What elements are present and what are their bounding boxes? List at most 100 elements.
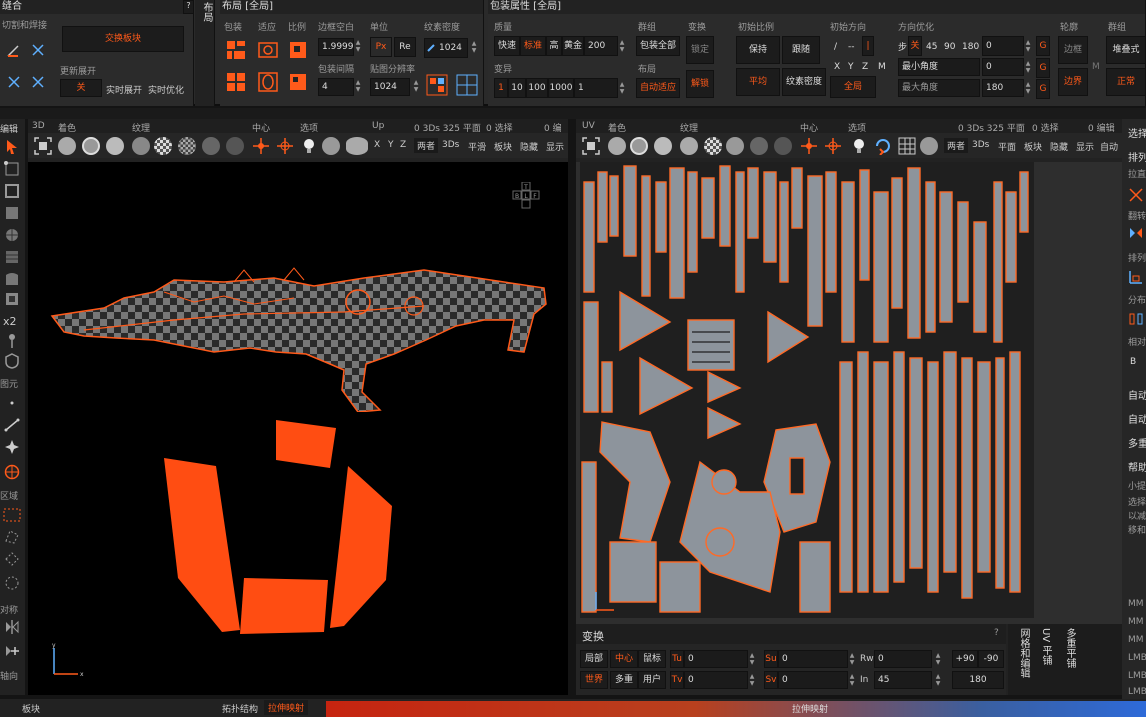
tv-spinner[interactable]: ▲ ▼ bbox=[748, 673, 756, 687]
multi-label[interactable]: 多重 bbox=[1128, 435, 1146, 450]
unlock-button[interactable]: 解锁 bbox=[686, 70, 714, 98]
spacing-input[interactable]: 4 bbox=[318, 78, 354, 96]
lighting-icon[interactable] bbox=[226, 137, 244, 155]
sort-icon[interactable] bbox=[1128, 269, 1144, 285]
x2-label[interactable]: x2 bbox=[3, 315, 17, 328]
normal-button[interactable]: 正常 bbox=[1106, 68, 1146, 96]
rw-spinner[interactable]: ▲ ▼ bbox=[934, 652, 942, 666]
shade-solid-icon[interactable] bbox=[58, 137, 76, 155]
dir-slash-option[interactable]: / bbox=[834, 42, 837, 52]
uv-center-target-icon[interactable] bbox=[824, 137, 842, 155]
max-angle-input[interactable]: 180 bbox=[982, 79, 1024, 97]
sv-input[interactable]: 0 bbox=[778, 671, 848, 689]
circle-select-icon[interactable] bbox=[4, 575, 20, 591]
mesh-edit-tab[interactable]: 网格和编辑 bbox=[1016, 628, 1031, 678]
step-angle-input[interactable]: 0 bbox=[982, 36, 1024, 56]
variant-100-button[interactable]: 100 bbox=[526, 78, 548, 98]
margin-spinner[interactable]: ▲ ▼ bbox=[354, 39, 362, 53]
unit-re-button[interactable]: Re bbox=[394, 37, 416, 57]
axis-y-button[interactable]: Y bbox=[388, 140, 394, 150]
uv-refresh-icon[interactable] bbox=[874, 137, 892, 155]
loop-select-icon[interactable] bbox=[4, 271, 20, 287]
pack-icon[interactable] bbox=[226, 40, 246, 60]
smooth-button[interactable]: 平滑 bbox=[468, 140, 486, 153]
angle-180-option[interactable]: 180 bbox=[962, 42, 979, 52]
tv-input[interactable]: 0 bbox=[684, 671, 748, 689]
topology-tab[interactable]: 拓扑结构 bbox=[222, 702, 258, 715]
follow-button[interactable]: 跟随 bbox=[782, 36, 820, 64]
su-button[interactable]: Su bbox=[764, 650, 778, 668]
help-button[interactable]: ? bbox=[183, 0, 194, 14]
both-button[interactable]: 两者 bbox=[414, 138, 439, 153]
multi-tile-tab[interactable]: 多重平铺 bbox=[1062, 628, 1077, 668]
step-toggle[interactable]: 关 bbox=[908, 36, 922, 56]
resolution-spinner[interactable]: ▲ ▼ bbox=[412, 79, 420, 93]
realtime-unfold-option[interactable]: 实时展开 bbox=[106, 83, 142, 96]
uv-frame-icon[interactable] bbox=[582, 137, 600, 155]
uv-tile-tab[interactable]: UV 平铺 bbox=[1038, 628, 1053, 665]
ring-select-icon[interactable] bbox=[4, 291, 20, 307]
mirror-icon[interactable] bbox=[4, 619, 20, 635]
sv-button[interactable]: Sv bbox=[764, 671, 778, 689]
axis-m-option[interactable]: M bbox=[878, 62, 886, 72]
auto-label-1[interactable]: 自动 bbox=[1128, 387, 1146, 402]
texel-density-button[interactable]: 纹素密度 bbox=[782, 68, 826, 96]
auto-label-2[interactable]: 自动 bbox=[1128, 411, 1146, 426]
min-angle-input[interactable]: 0 bbox=[982, 58, 1024, 76]
3ds-button[interactable]: 3Ds bbox=[442, 140, 459, 150]
edge-select-icon[interactable] bbox=[4, 183, 20, 199]
rw-input[interactable]: 0 bbox=[874, 650, 932, 668]
uv-hide-button[interactable]: 隐藏 bbox=[1050, 140, 1068, 153]
select-arrow-icon[interactable] bbox=[4, 139, 20, 155]
spacing-spinner[interactable]: ▲ ▼ bbox=[354, 79, 362, 93]
in-input[interactable]: 45 bbox=[874, 671, 932, 689]
viewport-3d[interactable]: 3D 着色 纹理 中心 选项 Up 0 3Ds 325 平面 0 选择 0 编辑… bbox=[28, 119, 568, 695]
su-spinner[interactable]: ▲ ▼ bbox=[848, 652, 856, 666]
max-angle-spinner[interactable]: ▲ ▼ bbox=[1024, 81, 1032, 95]
uv-shade-solid-icon[interactable] bbox=[608, 137, 626, 155]
fit-icon[interactable] bbox=[258, 40, 278, 60]
su-input[interactable]: 0 bbox=[778, 650, 848, 668]
flip-icon[interactable] bbox=[1128, 225, 1144, 241]
checker-shade-icon[interactable] bbox=[154, 137, 172, 155]
tu-input[interactable]: 0 bbox=[684, 650, 748, 668]
tv-button[interactable]: Tv bbox=[670, 671, 684, 689]
cut-icon[interactable] bbox=[6, 42, 22, 58]
tu-button[interactable]: Tu bbox=[670, 650, 684, 668]
dir-bar-option[interactable]: | bbox=[862, 36, 874, 56]
shade-wire-icon[interactable] bbox=[82, 137, 100, 155]
uv-center-move-icon[interactable] bbox=[800, 137, 818, 155]
angle-45-option[interactable]: 45 bbox=[926, 42, 937, 52]
uv-block-button[interactable]: 板块 bbox=[1024, 140, 1042, 153]
uv-layout[interactable] bbox=[580, 162, 1034, 618]
island-select-icon[interactable] bbox=[4, 227, 20, 243]
vpuv-tab-uv[interactable]: UV bbox=[582, 121, 595, 131]
uv-material-icon[interactable] bbox=[726, 137, 744, 155]
shade-globe-icon[interactable] bbox=[106, 137, 124, 155]
stretch-map-tab[interactable]: 拉伸映射 bbox=[264, 700, 309, 715]
uv-plane-button[interactable]: 平面 bbox=[998, 140, 1016, 153]
weld-icon[interactable] bbox=[30, 42, 46, 58]
global-button[interactable]: 全局 bbox=[830, 76, 876, 98]
auto-fit-button[interactable]: 自动适应 bbox=[636, 78, 680, 98]
line-icon[interactable] bbox=[4, 417, 20, 433]
eyedropper-icon[interactable] bbox=[427, 42, 437, 52]
star-icon[interactable] bbox=[4, 439, 20, 455]
quality-high-button[interactable]: 高 bbox=[546, 36, 562, 56]
uv-shade-flat-icon[interactable] bbox=[680, 137, 698, 155]
realtime-optimize-option[interactable]: 实时优化 bbox=[148, 83, 184, 96]
mirror-plus-icon[interactable] bbox=[4, 643, 20, 659]
quality-standard-button[interactable]: 标准 bbox=[520, 36, 546, 56]
margin-input[interactable]: 1.9999 bbox=[318, 38, 354, 56]
uv-shade-globe-icon[interactable] bbox=[654, 137, 672, 155]
axis-x-button[interactable]: X bbox=[374, 140, 380, 150]
scale-icon[interactable] bbox=[288, 72, 308, 92]
straighten-icon[interactable] bbox=[1128, 187, 1144, 203]
shade-flat-icon[interactable] bbox=[132, 137, 150, 155]
lasso-icon[interactable] bbox=[4, 529, 20, 545]
pin-icon[interactable] bbox=[4, 333, 20, 349]
angle-90-option[interactable]: 90 bbox=[944, 42, 955, 52]
stitch-icon[interactable] bbox=[6, 74, 22, 90]
variant-spinner[interactable]: ▲ ▼ bbox=[618, 81, 626, 95]
unit-px-button[interactable]: Px bbox=[370, 37, 392, 57]
